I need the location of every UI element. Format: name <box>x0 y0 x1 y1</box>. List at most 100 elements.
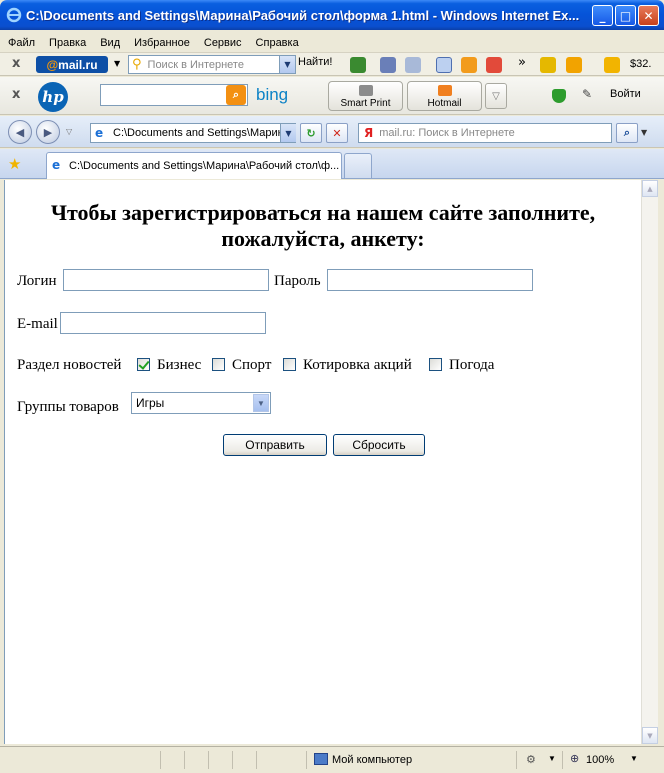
search-options-icon[interactable]: ▼ <box>641 128 647 137</box>
text-size-icon[interactable] <box>350 57 366 73</box>
menu-bar: Файл Правка Вид Избранное Сервис Справка <box>0 34 664 53</box>
search-button[interactable]: ⌕ <box>616 123 638 143</box>
checkbox-weather[interactable] <box>429 358 442 371</box>
hp-toolbar: x hp ⌕ bing Smart Print Hotmail ▽ ✎ Войт… <box>0 77 664 115</box>
checkbox-business[interactable] <box>137 358 150 371</box>
login-button[interactable]: Войти <box>610 88 641 100</box>
wrench-icon[interactable]: ✎ <box>582 87 592 101</box>
zoom-level[interactable]: 100% <box>586 754 614 766</box>
tab-bar: ★ e C:\Documents and Settings\Марина\Раб… <box>0 149 664 179</box>
protected-mode-icon[interactable]: ⚙ <box>526 753 536 766</box>
ie-logo-icon <box>6 7 22 23</box>
page-icon[interactable] <box>405 57 421 73</box>
weather-icon[interactable] <box>604 57 620 73</box>
zoom-icon[interactable]: ⊕ <box>570 752 579 765</box>
address-dropdown-icon[interactable]: ▼ <box>280 124 296 142</box>
hp-more-dropdown-icon[interactable]: ▽ <box>485 83 507 109</box>
menu-edit[interactable]: Правка <box>49 37 86 49</box>
password-label: Пароль <box>274 273 321 289</box>
more-tools-icon[interactable]: » <box>518 55 526 70</box>
refresh-button[interactable]: ↻ <box>300 123 322 143</box>
page-content: Чтобы зарегистрироваться на нашем сайте … <box>4 180 641 744</box>
hotmail-icon <box>437 85 452 96</box>
mailru-search-input[interactable]: ⚲ Поиск в Интернете <box>128 55 296 74</box>
close-button[interactable]: ✕ <box>638 5 659 26</box>
agent-icon[interactable] <box>486 57 502 73</box>
minimize-button[interactable]: _ <box>592 5 613 26</box>
favorites-star-icon[interactable]: ★ <box>8 155 21 173</box>
smart-print-label: Smart Print <box>340 98 391 109</box>
mailru-at: @ <box>46 57 59 72</box>
hp-logo-icon[interactable]: hp <box>38 82 68 112</box>
mailru-agent-icon[interactable] <box>540 57 556 73</box>
mailru-search-dropdown-icon[interactable]: ▼ <box>279 56 295 73</box>
page-icon: e <box>95 126 104 140</box>
menu-tools[interactable]: Сервис <box>204 37 242 49</box>
find-button[interactable]: Найти! <box>298 56 332 68</box>
mailru-name: mail.ru <box>58 57 98 72</box>
security-zone: Мой компьютер <box>332 754 413 766</box>
checkbox-business-label: Бизнес <box>157 357 202 373</box>
close-toolbar-icon[interactable]: x <box>12 56 20 71</box>
mailru-logo[interactable]: @ mail.ru <box>36 56 108 73</box>
checkbox-sport[interactable] <box>212 358 225 371</box>
menu-favorites[interactable]: Избранное <box>134 37 190 49</box>
groups-select[interactable]: Игры ▼ <box>131 392 271 414</box>
tab-active[interactable]: e C:\Documents and Settings\Марина\Рабоч… <box>46 152 342 179</box>
maximize-button[interactable]: □ <box>615 5 636 26</box>
groups-label: Группы товаров <box>17 399 119 415</box>
submit-button[interactable]: Отправить <box>223 434 327 456</box>
vertical-scrollbar[interactable]: ▲ ▼ <box>641 180 658 744</box>
tab-title: C:\Documents and Settings\Марина\Рабочий… <box>69 160 339 172</box>
back-button[interactable]: ◀ <box>8 120 32 144</box>
weather-readout: $32. <box>630 58 652 70</box>
login-label: Логин <box>17 273 57 289</box>
close-hp-toolbar-icon[interactable]: x <box>12 87 20 102</box>
stop-button[interactable]: ✕ <box>326 123 348 143</box>
search-input[interactable]: Я mail.ru: Поиск в Интернете <box>358 123 612 143</box>
window-titlebar[interactable]: C:\Documents and Settings\Марина\Рабочий… <box>0 0 664 30</box>
mail-icon[interactable] <box>436 57 452 73</box>
protected-mode-dropdown-icon[interactable]: ▼ <box>548 754 556 763</box>
menu-view[interactable]: Вид <box>100 37 120 49</box>
bing-search-icon[interactable]: ⌕ <box>226 85 246 105</box>
computer-icon <box>314 753 328 765</box>
email-input[interactable] <box>60 312 266 334</box>
login-input[interactable] <box>63 269 269 291</box>
window-title: C:\Documents and Settings\Марина\Рабочий… <box>26 7 580 23</box>
menu-help[interactable]: Справка <box>256 37 299 49</box>
shield-icon[interactable] <box>552 89 566 103</box>
form-heading: Чтобы зарегистрироваться на нашем сайте … <box>50 200 596 251</box>
password-input[interactable] <box>327 269 533 291</box>
scroll-down-icon[interactable]: ▼ <box>642 727 658 744</box>
yandex-logo-icon: Я <box>364 126 374 140</box>
printer-icon <box>358 85 373 96</box>
groups-selected-value: Игры <box>136 396 165 410</box>
news-label: Раздел новостей <box>17 357 122 373</box>
hotmail-button[interactable]: Hotmail <box>407 81 482 111</box>
search-placeholder: mail.ru: Поиск в Интернете <box>379 127 515 139</box>
checkbox-stocks[interactable] <box>283 358 296 371</box>
email-label: E-mail <box>17 316 58 332</box>
scroll-up-icon[interactable]: ▲ <box>642 180 658 197</box>
address-input[interactable]: e C:\Documents and Settings\Марина <box>90 123 296 143</box>
status-bar: Мой компьютер ⚙ ▼ ⊕ 100% ▼ <box>0 746 664 773</box>
odnoklassniki-icon[interactable] <box>461 57 477 73</box>
highlighter-icon[interactable] <box>380 57 396 73</box>
reset-button[interactable]: Сбросить <box>333 434 425 456</box>
forward-button[interactable]: ▶ <box>36 120 60 144</box>
tab-page-icon: e <box>52 158 61 172</box>
mailru-dropdown-icon[interactable]: ▼ <box>114 59 120 68</box>
hotmail-label: Hotmail <box>427 98 462 109</box>
chevron-down-icon: ▼ <box>253 394 269 412</box>
zoom-dropdown-icon[interactable]: ▼ <box>630 754 638 763</box>
history-dropdown-icon[interactable]: ▽ <box>66 127 72 136</box>
address-url: C:\Documents and Settings\Марина <box>113 127 290 139</box>
music-icon[interactable] <box>566 57 582 73</box>
smart-print-button[interactable]: Smart Print <box>328 81 403 111</box>
new-tab-button[interactable] <box>344 153 372 178</box>
checkbox-weather-label: Погода <box>449 357 495 373</box>
mailru-toolbar: x @ mail.ru ▼ ⚲ Поиск в Интернете ▼ Найти… <box>0 53 664 76</box>
menu-file[interactable]: Файл <box>8 37 35 49</box>
checkbox-stocks-label: Котировка акций <box>303 357 412 373</box>
